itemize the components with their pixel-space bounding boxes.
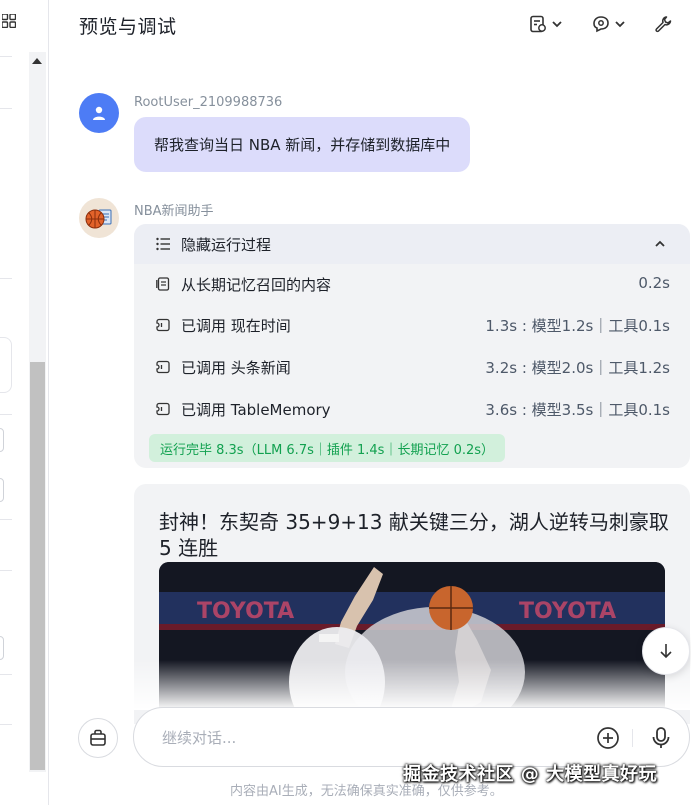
divider (0, 278, 12, 279)
run-step-plugin[interactable]: 已调用 头条新闻 3.2s : 模型2.0s｜工具1.2s (134, 355, 690, 379)
arena-banner-text: TOYOTA (519, 599, 616, 624)
chat-input[interactable] (162, 725, 582, 751)
run-step-plugin[interactable]: 已调用 现在时间 1.3s : 模型1.2s｜工具0.1s (134, 313, 690, 337)
chat-composer[interactable] (133, 707, 690, 767)
tools-button[interactable] (654, 12, 672, 36)
divider (0, 724, 12, 725)
plugin-call-icon (156, 360, 170, 374)
divider (632, 729, 633, 747)
news-title: 封神！东契奇 35+9+13 献关键三分，湖人逆转马刺豪取 5 连胜 (159, 510, 669, 560)
scroll-up-arrow-icon[interactable] (32, 58, 42, 64)
content-fade (49, 660, 691, 710)
run-step-time: 3.6s : 模型3.5s｜工具0.1s (485, 401, 670, 419)
run-step-time: 3.2s : 模型2.0s｜工具1.2s (485, 359, 670, 377)
run-summary-badge: 运行完毕 8.3s（LLM 6.7s｜插件 1.4s｜长期记忆 0.2s） (149, 434, 506, 462)
run-step-plugin[interactable]: 已调用 TableMemory 3.6s : 模型3.5s｜工具0.1s (134, 397, 690, 421)
panel-control[interactable] (0, 428, 4, 452)
toolbox-icon (90, 729, 106, 746)
microphone-icon[interactable] (650, 726, 672, 750)
divider (0, 519, 12, 520)
divider (0, 108, 12, 109)
plugin-button[interactable] (78, 718, 118, 758)
model-icon (593, 16, 609, 33)
bot-name: NBA新闻助手 (134, 204, 214, 219)
panel-header: 预览与调试 (49, 0, 691, 48)
doc-settings-button[interactable] (529, 12, 563, 36)
panel-control[interactable] (0, 478, 4, 502)
grid-icon[interactable] (2, 14, 16, 28)
run-process-card: 隐藏运行过程 从长期记忆召回的内容 0.2s 已调用 现在时间 1.3s : 模… (134, 224, 690, 468)
divider (0, 56, 12, 57)
divider (0, 570, 12, 571)
person-icon (93, 106, 105, 120)
run-step-label: 已调用 现在时间 (181, 317, 291, 335)
preview-debug-panel: 预览与调试 RootUser_2109988736 帮我查询当日 NBA 新闻，… (0, 0, 691, 805)
list-icon (156, 237, 170, 251)
divider (0, 674, 12, 675)
model-button[interactable] (592, 12, 626, 36)
run-step-label: 从长期记忆召回的内容 (181, 276, 332, 294)
scrollbar-thumb[interactable] (30, 362, 45, 770)
run-process-toggle[interactable]: 隐藏运行过程 (134, 224, 690, 264)
run-step-label: 已调用 头条新闻 (181, 359, 291, 377)
run-toggle-label: 隐藏运行过程 (181, 236, 272, 254)
scroll-to-bottom-button[interactable] (642, 627, 690, 675)
page-title: 预览与调试 (79, 16, 177, 38)
bot-avatar (79, 198, 119, 238)
left-panel-edge (0, 0, 49, 805)
wrench-icon (655, 16, 672, 33)
user-message-bubble: 帮我查询当日 NBA 新闻，并存储到数据库中 (134, 117, 471, 172)
watermark: 掘金技术社区 @ 大模型真好玩 (403, 764, 658, 785)
arrow-down-icon (660, 644, 672, 659)
basketball-icon (85, 209, 112, 229)
run-step-memory[interactable]: 从长期记忆召回的内容 0.2s (134, 272, 690, 296)
divider (0, 414, 12, 415)
user-name: RootUser_2109988736 (134, 95, 283, 110)
panel-control[interactable] (0, 636, 4, 660)
arena-banner-text: TOYOTA (197, 599, 294, 624)
plugin-call-icon (156, 318, 170, 332)
plugin-call-icon (156, 402, 170, 416)
chevron-down-icon (552, 21, 562, 28)
user-avatar (79, 93, 119, 133)
chevron-down-icon (615, 21, 625, 28)
run-step-label: 已调用 TableMemory (181, 401, 331, 419)
chevron-up-icon (655, 240, 665, 247)
doc-settings-icon (530, 15, 546, 33)
run-step-time: 1.3s : 模型1.2s｜工具0.1s (485, 317, 670, 335)
run-step-time: 0.2s (638, 274, 670, 292)
panel-card (0, 337, 12, 393)
add-circle-icon[interactable] (596, 726, 620, 750)
memory-icon (156, 277, 170, 291)
